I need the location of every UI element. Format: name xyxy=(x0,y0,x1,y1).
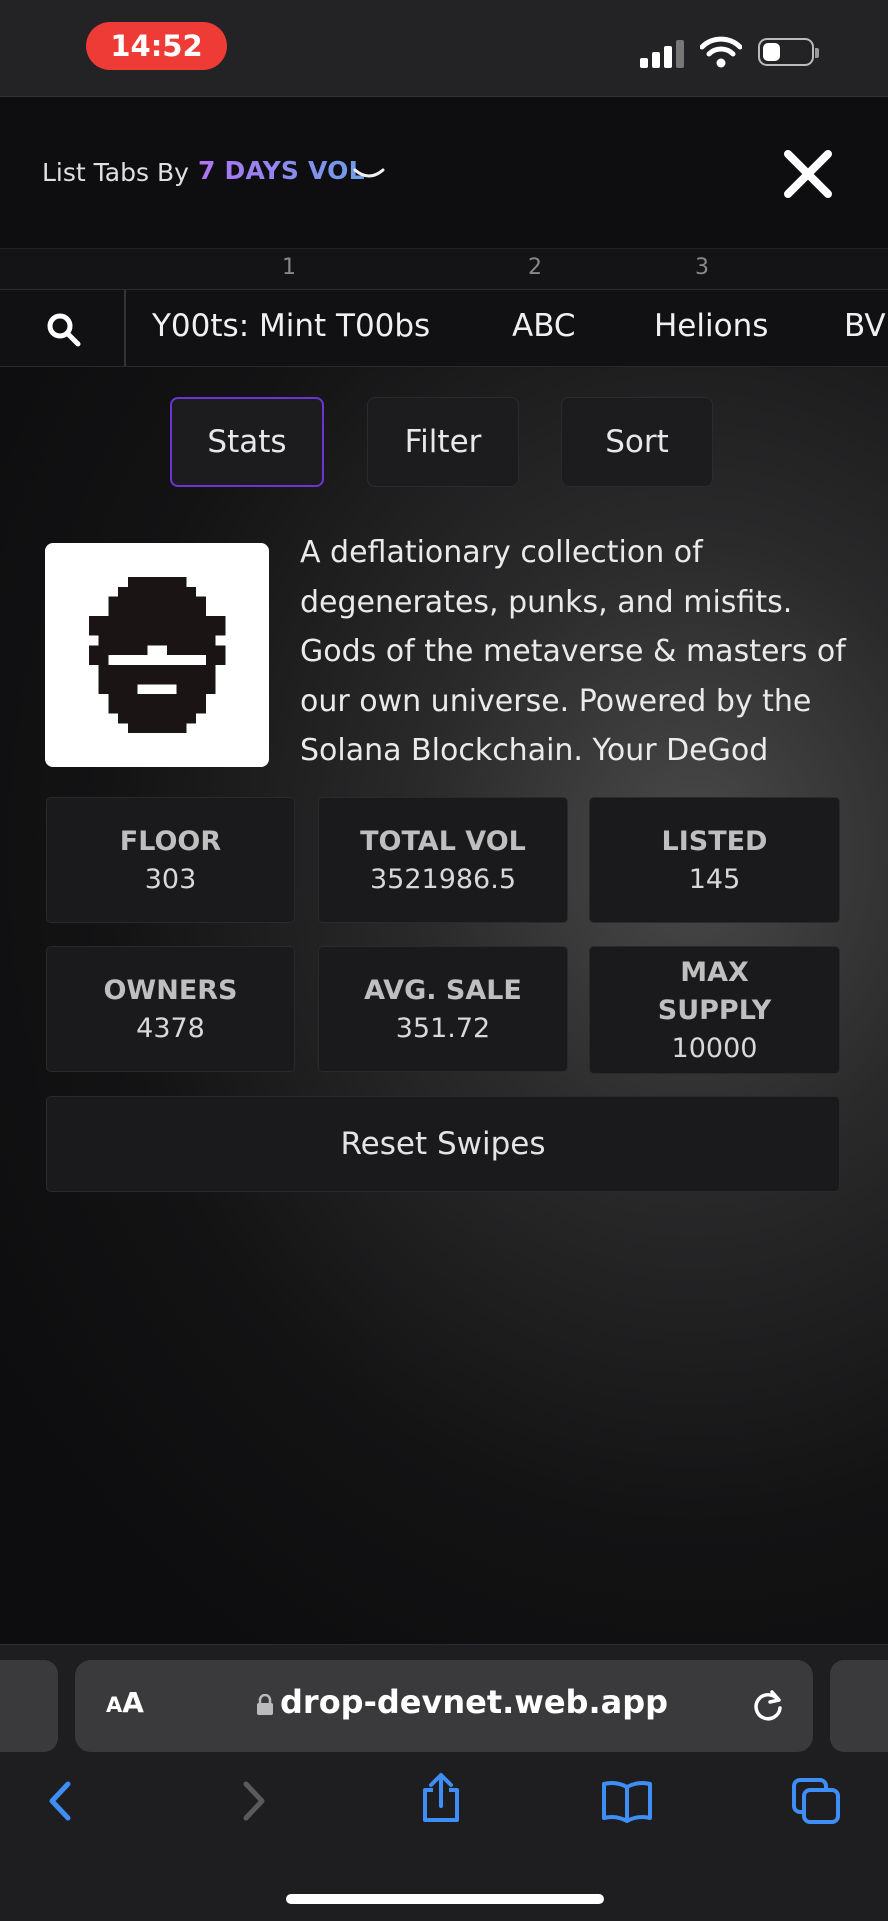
url-text[interactable]: drop-devnet.web.app xyxy=(280,1683,668,1721)
share-icon[interactable] xyxy=(416,1772,466,1824)
stat-card-avg-sale: AVG. SALE 351.72 xyxy=(318,946,568,1072)
home-indicator[interactable] xyxy=(286,1894,604,1904)
stat-label: FLOOR xyxy=(119,826,222,857)
stat-value: 10000 xyxy=(671,1033,758,1064)
tab-collection[interactable]: Y00ts: Mint T00bs xyxy=(152,308,430,344)
page-settings-button[interactable]: AA xyxy=(106,1686,144,1719)
close-icon[interactable] xyxy=(780,146,836,202)
tab-collection[interactable]: ABC xyxy=(512,308,576,344)
battery-icon xyxy=(758,38,819,66)
filter-tab-button[interactable]: Filter xyxy=(367,397,519,487)
stat-card-max-supply: MAX SUPPLY 10000 xyxy=(589,946,840,1074)
back-icon[interactable] xyxy=(38,1778,84,1824)
search-button[interactable] xyxy=(0,290,126,366)
stat-card-listed: LISTED 145 xyxy=(589,797,840,923)
aa-big: A xyxy=(122,1686,144,1719)
wifi-icon xyxy=(700,36,742,68)
stat-card-total-vol: TOTAL VOL 3521986.5 xyxy=(318,797,568,923)
sort-tab-button[interactable]: Sort xyxy=(561,397,713,487)
tab-collection[interactable]: BV xyxy=(844,308,886,344)
cell-signal-icon xyxy=(640,38,684,68)
rank-number: 3 xyxy=(695,255,709,280)
collection-description: A deflationary collection of degenerates… xyxy=(300,535,846,768)
stats-tab-button[interactable]: Stats xyxy=(170,397,324,487)
degod-logo xyxy=(88,577,226,733)
aa-small: A xyxy=(106,1693,123,1717)
reload-icon[interactable] xyxy=(748,1686,788,1726)
stat-value: 303 xyxy=(144,864,197,895)
rank-row: 1 2 3 xyxy=(0,248,888,289)
stat-label: TOTAL VOL xyxy=(360,826,526,857)
tab-collection[interactable]: Helions xyxy=(654,308,768,344)
stat-label: LISTED xyxy=(661,826,768,857)
reset-swipes-button[interactable]: Reset Swipes xyxy=(46,1096,840,1192)
chevron-down-icon[interactable] xyxy=(352,164,386,184)
list-tabs-label: List Tabs By xyxy=(42,158,189,187)
sort-by-dropdown[interactable]: 7 DAYS VOL xyxy=(198,156,365,185)
stat-label: OWNERS xyxy=(103,975,238,1006)
status-time: 14:52 xyxy=(86,22,227,70)
forward-icon[interactable] xyxy=(230,1778,276,1824)
collection-tabs: Y00ts: Mint T00bs ABC Helions BV xyxy=(0,289,888,368)
bookmarks-icon[interactable] xyxy=(600,1778,654,1824)
stat-value: 3521986.5 xyxy=(369,864,516,895)
collection-avatar xyxy=(45,543,269,767)
sort-by-value: 7 DAYS VOL xyxy=(198,156,365,185)
stat-label: MAX SUPPLY xyxy=(657,957,772,1026)
rank-number: 2 xyxy=(528,255,542,280)
stat-value: 145 xyxy=(688,864,741,895)
stat-card-owners: OWNERS 4378 xyxy=(46,946,295,1072)
search-icon xyxy=(47,313,81,347)
stat-card-floor: FLOOR 303 xyxy=(46,797,295,923)
rank-number: 1 xyxy=(282,255,296,280)
lock-icon xyxy=(257,1694,273,1715)
next-tab-preview[interactable] xyxy=(830,1660,888,1752)
stat-value: 351.72 xyxy=(395,1013,491,1044)
tabs-icon[interactable] xyxy=(790,1776,842,1826)
previous-tab-preview[interactable] xyxy=(0,1660,58,1752)
stat-label: AVG. SALE xyxy=(364,975,522,1006)
stat-value: 4378 xyxy=(136,1013,205,1044)
